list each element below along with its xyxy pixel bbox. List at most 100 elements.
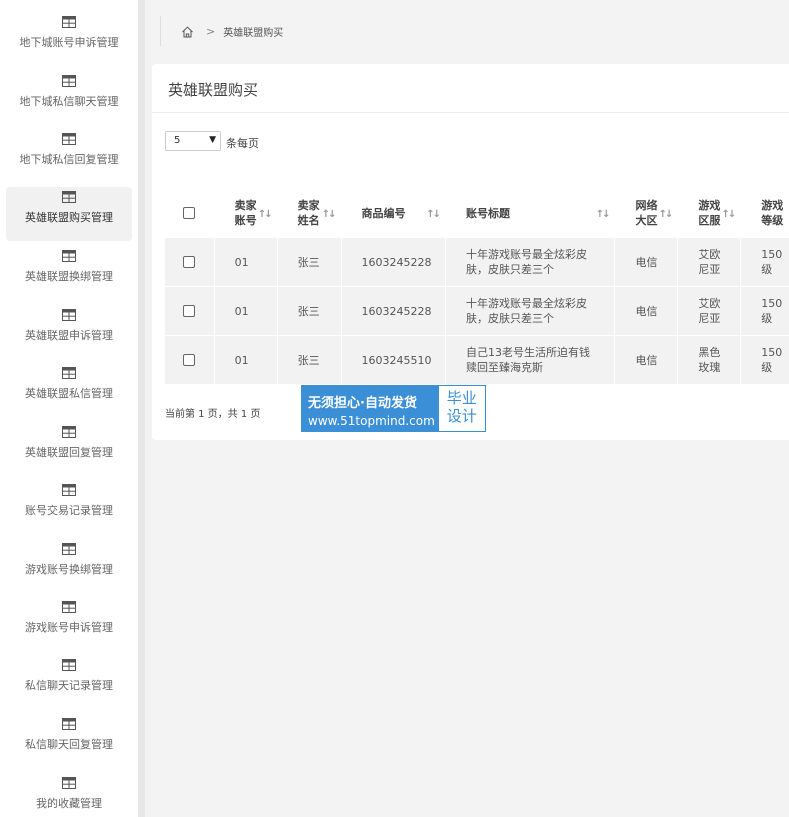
sidebar-item-label: 游戏账号申诉管理 [25,621,113,634]
page-size-value: 5 [174,135,181,146]
topbar-divider [160,16,161,46]
sort-icon[interactable]: ↑↓ [596,209,611,220]
cell-title: 十年游戏账号最全炫彩皮 肤，皮肤只差三个 [466,248,588,276]
sort-icon[interactable]: ↑↓ [721,209,736,220]
header-product-no[interactable]: 商品编号 ↑↓ [341,189,447,238]
sidebar-item-label: 账号交易记录管理 [25,504,113,517]
table-row[interactable]: 01 张三 1603245510 自己13老号生活所迫有钱 赎回至臻海克斯 电信 黑色 玫瑰 1… [165,335,789,384]
home-icon[interactable] [181,26,194,38]
sidebar-item-label: 地下城私信回复管理 [19,153,119,166]
sidebar-item-label: 英雄联盟回复管理 [25,446,113,459]
table-icon [62,659,76,671]
table-icon [62,777,76,789]
content-card: 英雄联盟购买 5 ▼ 条每页 卖家 账号 ↑↓ 卖家 姓名 ↑↓ 商品编号 ↑↓… [152,64,789,440]
sidebar-item-label: 私信聊天回复管理 [25,738,113,751]
cell-seller-account: 01 [234,255,249,269]
header-level[interactable]: 游戏 等级 [740,189,789,238]
cell-seller-name: 张三 [297,353,320,367]
table-icon [62,309,76,321]
cell-product-no: 1603245228 [361,255,432,269]
sidebar-item[interactable]: 地下城私信回复管理 [6,129,132,183]
row-checkbox[interactable] [183,256,196,268]
sidebar-item-label: 英雄联盟购买管理 [25,211,113,224]
cell-network: 电信 [635,255,658,269]
sidebar-item[interactable]: 我的收藏管理 [6,773,132,817]
table-icon [62,484,76,496]
sidebar-item[interactable]: 英雄联盟回复管理 [6,422,132,476]
header-seller-account[interactable]: 卖家 账号 ↑↓ [214,189,278,238]
sidebar-item[interactable]: 地下城账号申诉管理 [6,12,132,66]
page-title: 英雄联盟购买 [168,81,259,99]
watermark-banner: 无须担心·自动发货 www.51topmind.com 毕业 设计 [301,385,486,432]
cell-seller-name: 张三 [297,255,320,269]
cell-seller-account: 01 [234,304,249,318]
cell-title: 十年游戏账号最全炫彩皮 肤，皮肤只差三个 [466,297,588,325]
breadcrumb-separator: > [206,25,216,38]
sidebar-item[interactable]: 游戏账号申诉管理 [6,597,132,651]
table-icon [62,250,76,262]
table-icon [62,191,76,203]
header-server[interactable]: 游戏 区服 ↑↓ [677,189,742,238]
cell-server: 黑色 玫瑰 [698,346,721,374]
pagination-info: 当前第 1 页，共 1 页 [165,409,261,420]
sidebar-item[interactable]: 私信聊天回复管理 [6,714,132,768]
sort-icon[interactable]: ↑↓ [322,209,337,220]
table-icon [62,75,76,87]
sidebar-item[interactable]: 英雄联盟换绑管理 [6,246,132,300]
sidebar: 地下城账号申诉管理地下城私信聊天管理地下城私信回复管理 英雄联盟购买管理 英雄联盟换… [0,0,138,817]
page-size-select[interactable]: 5 ▼ [165,131,221,151]
cell-level: 150 级 [761,248,783,276]
chevron-down-icon: ▼ [209,135,216,145]
sort-icon[interactable]: ↑↓ [426,209,441,220]
sidebar-item-label: 私信聊天记录管理 [25,679,113,692]
cell-seller-account: 01 [234,353,249,367]
table-icon [62,133,76,145]
table-icon [62,367,76,379]
sidebar-item-label: 英雄联盟申诉管理 [25,329,113,342]
sidebar-item-label: 英雄联盟换绑管理 [25,270,113,283]
sidebar-item-label: 英雄联盟私信管理 [25,387,113,400]
table-row[interactable]: 01 张三 1603245228 十年游戏账号最全炫彩皮 肤，皮肤只差三个 电信 艾欧 尼亚 1… [165,237,789,287]
sidebar-item-label: 地下城账号申诉管理 [19,36,119,49]
sort-icon[interactable]: ↑↓ [258,209,273,220]
cell-product-no: 1603245228 [361,304,432,318]
cell-title: 自己13老号生活所迫有钱 赎回至臻海克斯 [466,346,591,374]
table-header-row: 卖家 账号 ↑↓ 卖家 姓名 ↑↓ 商品编号 ↑↓ 账号标题 ↑↓ 网络 大区 ↑ [165,189,789,238]
sidebar-item[interactable]: 英雄联盟购买管理 [6,187,132,241]
table-row[interactable]: 01 张三 1603245228 十年游戏账号最全炫彩皮 肤，皮肤只差三个 电信 艾欧 尼亚 1… [165,286,789,336]
watermark-right2: 设计 [446,407,477,425]
sidebar-item[interactable]: 游戏账号换绑管理 [6,539,132,593]
sidebar-scrollbar[interactable] [138,0,145,817]
sidebar-item-label: 游戏账号换绑管理 [25,563,113,576]
cell-product-no: 1603245510 [361,353,432,367]
sidebar-item[interactable]: 英雄联盟私信管理 [6,363,132,417]
table-icon [62,543,76,555]
sidebar-item[interactable]: 账号交易记录管理 [6,480,132,534]
cell-seller-name: 张三 [297,304,320,318]
sidebar-item[interactable]: 英雄联盟申诉管理 [6,305,132,359]
data-table: 卖家 账号 ↑↓ 卖家 姓名 ↑↓ 商品编号 ↑↓ 账号标题 ↑↓ 网络 大区 ↑ [165,189,789,384]
table-icon [62,16,76,28]
top-bar: > 英雄联盟购买 [145,0,789,61]
row-checkbox[interactable] [183,354,196,366]
table-icon [62,601,76,613]
header-network[interactable]: 网络 大区 ↑↓ [614,189,679,238]
watermark-right1: 毕业 [446,389,477,407]
sidebar-item[interactable]: 私信聊天记录管理 [6,655,132,709]
table-icon [62,718,76,730]
header-title[interactable]: 账号标题 ↑↓ [445,189,616,238]
page-size-label: 条每页 [226,137,259,150]
breadcrumb: > 英雄联盟购买 [181,24,283,39]
cell-server: 艾欧 尼亚 [698,297,721,325]
header-seller-name[interactable]: 卖家 姓名 ↑↓ [277,189,342,238]
sidebar-item[interactable]: 地下城私信聊天管理 [6,71,132,125]
cell-network: 电信 [635,353,658,367]
table-icon [62,426,76,438]
cell-level: 150 级 [761,346,783,374]
title-divider [152,112,789,113]
sort-icon[interactable]: ↑↓ [659,209,674,220]
select-all-header [165,189,215,238]
row-checkbox[interactable] [183,305,196,317]
breadcrumb-current: 英雄联盟购买 [223,28,284,39]
select-all-checkbox[interactable] [183,207,196,219]
